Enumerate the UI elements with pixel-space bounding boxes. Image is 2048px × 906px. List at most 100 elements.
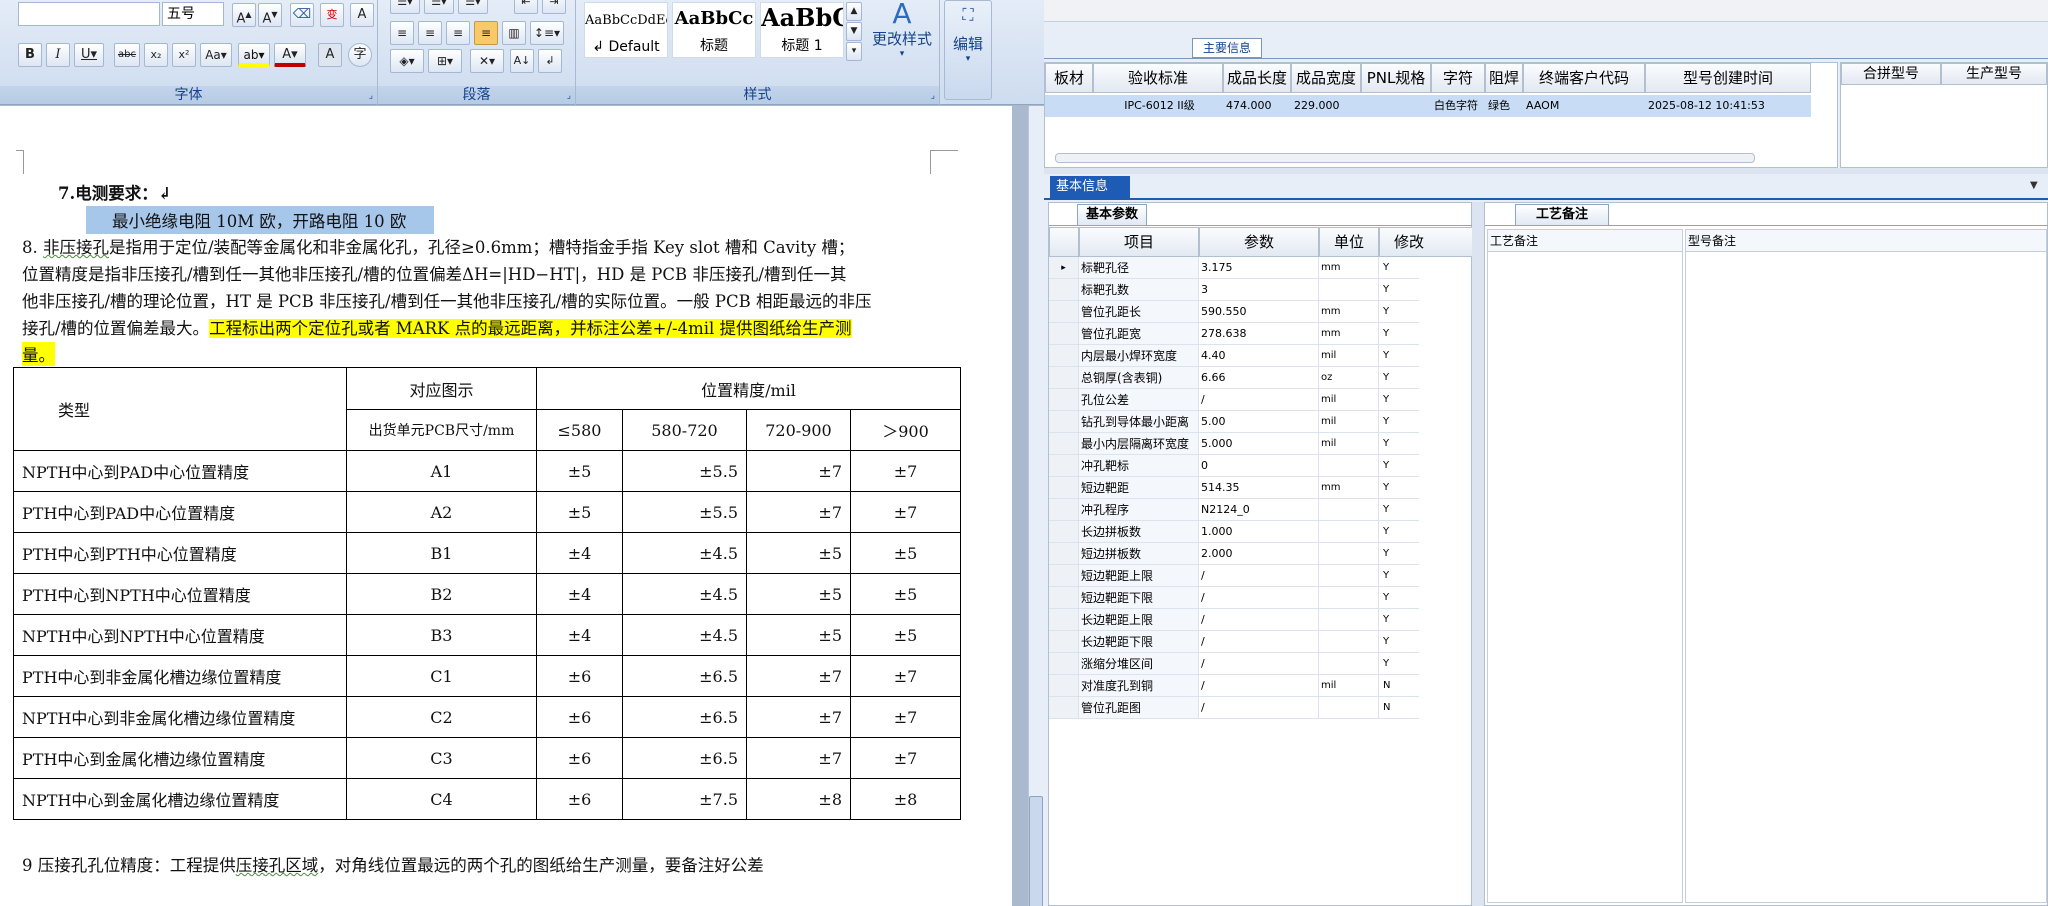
- style-title[interactable]: AaBbCc 标题: [672, 2, 756, 58]
- grid-cell[interactable]: [1045, 95, 1093, 117]
- char-border-icon[interactable]: A: [350, 3, 374, 27]
- param-name[interactable]: 对准度孔到铜: [1079, 675, 1199, 697]
- param-modify[interactable]: Y: [1379, 521, 1419, 543]
- param-unit[interactable]: oz: [1319, 367, 1379, 389]
- sort-icon[interactable]: A↓: [510, 49, 534, 73]
- shading-icon[interactable]: ◈▾: [390, 49, 424, 73]
- param-unit[interactable]: [1319, 631, 1379, 653]
- row-indicator[interactable]: [1049, 323, 1079, 345]
- param-name[interactable]: 短边靶距: [1079, 477, 1199, 499]
- param-value[interactable]: 4.40: [1199, 345, 1319, 367]
- row-indicator[interactable]: [1049, 279, 1079, 301]
- param-name[interactable]: 长边靶距上限: [1079, 609, 1199, 631]
- grid-cell[interactable]: 绿色: [1485, 95, 1523, 117]
- param-modify[interactable]: Y: [1379, 279, 1419, 301]
- param-value[interactable]: /: [1199, 675, 1319, 697]
- row-indicator[interactable]: [1049, 433, 1079, 455]
- param-name[interactable]: 冲孔程序: [1079, 499, 1199, 521]
- row-indicator[interactable]: [1049, 609, 1079, 631]
- param-value[interactable]: /: [1199, 631, 1319, 653]
- param-modify[interactable]: Y: [1379, 455, 1419, 477]
- styles-dialog-launcher-icon[interactable]: ⌟: [931, 91, 935, 101]
- grid-cell[interactable]: 474.000: [1223, 95, 1291, 117]
- param-name[interactable]: 冲孔靶标: [1079, 455, 1199, 477]
- clear-format-icon[interactable]: ⌫: [290, 3, 314, 27]
- bullets-icon[interactable]: ☰▾: [390, 0, 420, 14]
- grid-cell[interactable]: IPC-6012 II级: [1093, 95, 1223, 117]
- param-modify[interactable]: Y: [1379, 609, 1419, 631]
- param-unit[interactable]: [1319, 565, 1379, 587]
- param-value[interactable]: 0: [1199, 455, 1319, 477]
- strikethrough-icon[interactable]: abc: [114, 43, 140, 67]
- enclose-char-icon[interactable]: 字: [348, 43, 372, 67]
- param-unit[interactable]: mil: [1319, 433, 1379, 455]
- param-name[interactable]: 标靶孔数: [1079, 279, 1199, 301]
- param-value[interactable]: 2.000: [1199, 543, 1319, 565]
- param-value[interactable]: /: [1199, 389, 1319, 411]
- param-unit[interactable]: [1319, 521, 1379, 543]
- param-value[interactable]: 514.35: [1199, 477, 1319, 499]
- param-value[interactable]: /: [1199, 565, 1319, 587]
- param-modify[interactable]: N: [1379, 697, 1419, 719]
- style-heading1[interactable]: AaBbC 标题 1: [760, 2, 844, 58]
- param-value[interactable]: 5.00: [1199, 411, 1319, 433]
- row-indicator[interactable]: [1049, 411, 1079, 433]
- align-right-icon[interactable]: ≡: [446, 21, 470, 45]
- numbering-icon[interactable]: ☰▾: [424, 0, 454, 14]
- row-indicator[interactable]: [1049, 543, 1079, 565]
- param-modify[interactable]: Y: [1379, 477, 1419, 499]
- param-modify[interactable]: Y: [1379, 301, 1419, 323]
- font-color-icon[interactable]: A▾: [274, 43, 306, 67]
- row-indicator[interactable]: [1049, 301, 1079, 323]
- param-unit[interactable]: [1319, 543, 1379, 565]
- row-indicator[interactable]: [1049, 521, 1079, 543]
- param-value[interactable]: 5.000: [1199, 433, 1319, 455]
- change-case-icon[interactable]: Aa▾: [200, 43, 232, 67]
- param-modify[interactable]: Y: [1379, 587, 1419, 609]
- grid-cell[interactable]: [1361, 95, 1431, 117]
- param-unit[interactable]: [1319, 697, 1379, 719]
- param-name[interactable]: 管位孔距宽: [1079, 323, 1199, 345]
- param-name[interactable]: 孔位公差: [1079, 389, 1199, 411]
- param-modify[interactable]: Y: [1379, 257, 1419, 279]
- param-value[interactable]: N2124_0: [1199, 499, 1319, 521]
- row-indicator[interactable]: [1049, 653, 1079, 675]
- row-indicator[interactable]: [1049, 499, 1079, 521]
- param-value[interactable]: /: [1199, 609, 1319, 631]
- row-indicator[interactable]: [1049, 345, 1079, 367]
- param-unit[interactable]: [1319, 279, 1379, 301]
- grid-hscrollbar[interactable]: [1055, 153, 1755, 163]
- param-name[interactable]: 短边靶距下限: [1079, 587, 1199, 609]
- param-name[interactable]: 管位孔距图: [1079, 697, 1199, 719]
- underline-icon[interactable]: U▾: [74, 43, 104, 67]
- font-dialog-launcher-icon[interactable]: ⌟: [369, 91, 373, 101]
- current-row-icon[interactable]: ▸: [1049, 257, 1079, 279]
- param-modify[interactable]: Y: [1379, 499, 1419, 521]
- param-unit[interactable]: mil: [1319, 345, 1379, 367]
- tab-main-info[interactable]: 主要信息: [1192, 38, 1262, 58]
- param-value[interactable]: 3: [1199, 279, 1319, 301]
- distributed-icon[interactable]: ▥: [502, 21, 526, 45]
- craft-note-box[interactable]: 工艺备注: [1487, 229, 1683, 903]
- param-unit[interactable]: mil: [1319, 389, 1379, 411]
- italic-icon[interactable]: I: [46, 43, 70, 67]
- scrollbar-thumb[interactable]: [1029, 796, 1043, 906]
- highlight-icon[interactable]: ab▾: [238, 43, 270, 67]
- align-left-icon[interactable]: ≡: [390, 21, 414, 45]
- param-value[interactable]: 590.550: [1199, 301, 1319, 323]
- asian-layout-icon[interactable]: ✕▾: [470, 49, 504, 73]
- align-center-icon[interactable]: ≡: [418, 21, 442, 45]
- phonetic-guide-icon[interactable]: 变: [320, 3, 344, 27]
- param-value[interactable]: /: [1199, 653, 1319, 675]
- param-name[interactable]: 长边靶距下限: [1079, 631, 1199, 653]
- param-name[interactable]: 短边靶距上限: [1079, 565, 1199, 587]
- document-page[interactable]: 7.电测要求：↲ 最小绝缘电阻 10M 欧，开路电阻 10 欧 8. 非压接孔是…: [0, 106, 1012, 906]
- param-name[interactable]: 内层最小焊环宽度: [1079, 345, 1199, 367]
- param-value[interactable]: 3.175: [1199, 257, 1319, 279]
- param-name[interactable]: 管位孔距长: [1079, 301, 1199, 323]
- model-note-box[interactable]: 型号备注: [1685, 229, 2047, 903]
- row-indicator[interactable]: [1049, 389, 1079, 411]
- param-value[interactable]: 1.000: [1199, 521, 1319, 543]
- param-modify[interactable]: Y: [1379, 411, 1419, 433]
- row-indicator[interactable]: [1049, 675, 1079, 697]
